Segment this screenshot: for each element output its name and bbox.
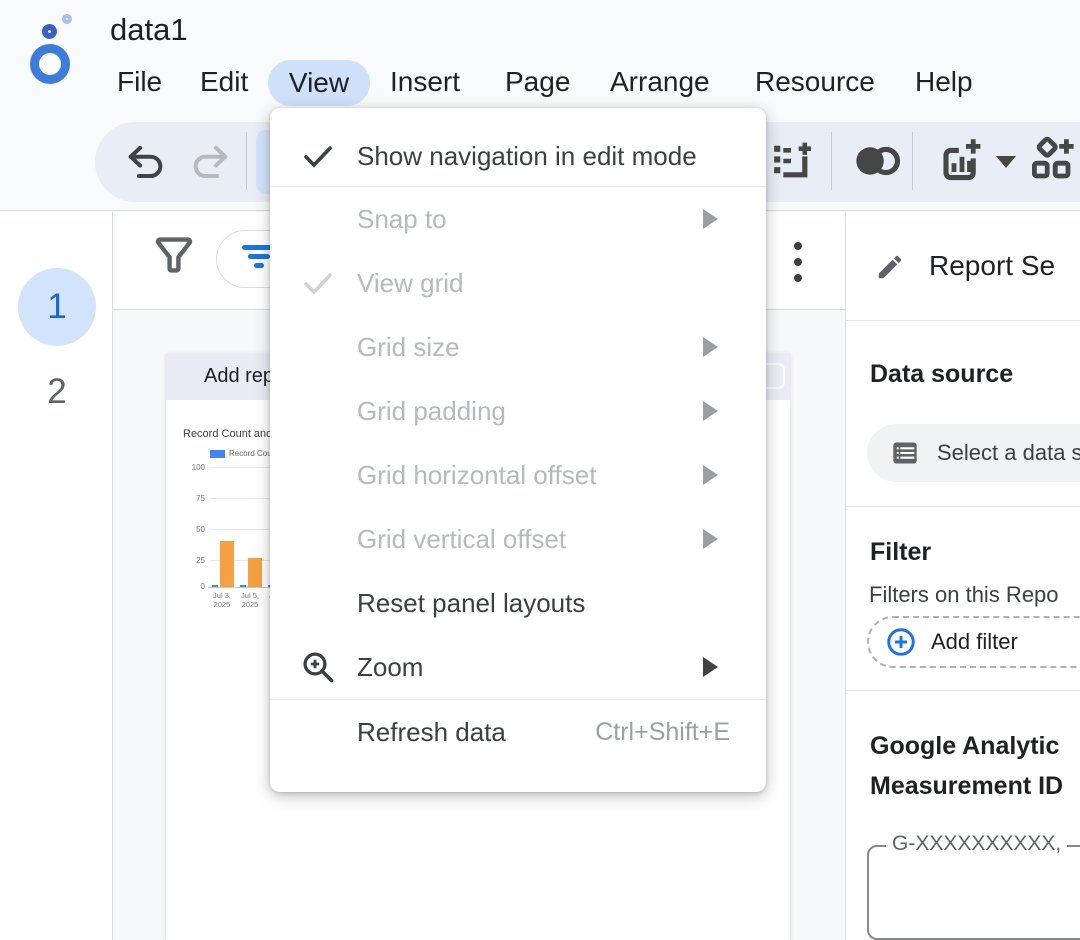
add-filter-button[interactable]: Add filter bbox=[867, 616, 1080, 668]
select-data-source-button[interactable]: Select a data s bbox=[867, 424, 1080, 482]
menu-resource[interactable]: Resource bbox=[755, 66, 875, 98]
menu-item-grid-padding: Grid padding bbox=[270, 379, 766, 443]
toolbar-divider bbox=[246, 132, 247, 190]
bar-record-count bbox=[240, 585, 246, 587]
looker-studio-window: data1 File Edit View Insert Page Arrange… bbox=[0, 0, 1080, 940]
ga-field-floating-label: G-XXXXXXXXXX, bbox=[886, 832, 1067, 856]
menu-edit[interactable]: Edit bbox=[200, 66, 248, 98]
y-tick: 50 bbox=[166, 525, 205, 534]
data-source-heading: Data source bbox=[870, 360, 1013, 389]
logo-ring-medium bbox=[41, 23, 58, 40]
page-2[interactable]: 2 bbox=[18, 372, 96, 412]
menu-item-show-navigation[interactable]: Show navigation in edit mode bbox=[270, 126, 766, 186]
more-options-icon[interactable] bbox=[788, 242, 808, 290]
menu-item-refresh-data[interactable]: Refresh data Ctrl+Shift+E bbox=[270, 700, 766, 764]
add-filter-label: Add filter bbox=[931, 629, 1018, 655]
select-data-source-label: Select a data s bbox=[937, 440, 1080, 466]
menu-item-label: Grid padding bbox=[357, 396, 506, 427]
filter-funnel-icon[interactable] bbox=[150, 232, 198, 280]
bar-group bbox=[212, 541, 234, 587]
menu-item-shortcut: Ctrl+Shift+E bbox=[595, 718, 730, 747]
add-control-icon[interactable] bbox=[1028, 136, 1076, 184]
properties-panel: Report Se Data source Select a data s Fi… bbox=[845, 212, 1080, 940]
menu-item-label: Grid vertical offset bbox=[357, 524, 566, 555]
menu-item-label: Grid horizontal offset bbox=[357, 460, 596, 491]
menu-item-label: Reset panel layouts bbox=[357, 588, 585, 619]
menu-item-label: Show navigation in edit mode bbox=[357, 141, 697, 172]
filters-caption: Filters on this Repo bbox=[869, 582, 1059, 608]
panel-title: Report Se bbox=[929, 250, 1055, 282]
data-source-list-icon bbox=[891, 439, 919, 467]
panel-divider bbox=[846, 690, 1080, 691]
menu-file[interactable]: File bbox=[117, 66, 162, 98]
menu-item-label: Zoom bbox=[357, 652, 423, 683]
menu-insert[interactable]: Insert bbox=[390, 66, 460, 98]
menu-item-snap-to: Snap to bbox=[270, 187, 766, 251]
toolbar-divider bbox=[912, 132, 913, 190]
zoom-in-icon bbox=[300, 649, 336, 685]
menu-help[interactable]: Help bbox=[915, 66, 973, 98]
check-icon bbox=[300, 138, 336, 174]
y-tick: 75 bbox=[166, 494, 205, 503]
document-title[interactable]: data1 bbox=[110, 12, 188, 48]
ga-heading-line2: Measurement ID bbox=[870, 772, 1063, 801]
panel-divider bbox=[846, 506, 1080, 507]
bar-orange bbox=[248, 558, 262, 587]
ga-measurement-id-input[interactable] bbox=[867, 845, 1080, 940]
menu-view-active[interactable]: View bbox=[268, 60, 370, 106]
y-tick: 100 bbox=[166, 463, 205, 472]
bar-record-count bbox=[212, 585, 218, 587]
menu-page[interactable]: Page bbox=[505, 66, 570, 98]
menu-item-label: Snap to bbox=[357, 204, 447, 235]
page-navigation: 1 2 bbox=[0, 212, 113, 940]
menu-item-reset-panel-layouts[interactable]: Reset panel layouts bbox=[270, 571, 766, 635]
add-chart-icon[interactable] bbox=[938, 136, 986, 184]
menubar: File Edit View Insert Page Arrange Resou… bbox=[0, 60, 1080, 108]
undo-icon[interactable] bbox=[126, 142, 166, 182]
submenu-arrow-icon bbox=[703, 209, 718, 229]
y-tick: 0 bbox=[166, 582, 205, 591]
submenu-arrow-icon bbox=[703, 465, 718, 485]
filter-heading: Filter bbox=[870, 538, 931, 567]
panel-divider bbox=[846, 320, 1080, 321]
menu-item-grid-horizontal-offset: Grid horizontal offset bbox=[270, 443, 766, 507]
bar-orange bbox=[220, 541, 234, 587]
ga-heading-line1: Google Analytic bbox=[870, 732, 1059, 761]
blend-data-icon[interactable] bbox=[852, 142, 904, 180]
add-chart-caret-icon[interactable] bbox=[996, 156, 1016, 168]
page-1-selected[interactable]: 1 bbox=[18, 268, 96, 346]
menu-item-grid-vertical-offset: Grid vertical offset bbox=[270, 507, 766, 571]
bar-group bbox=[240, 558, 262, 587]
view-dropdown-menu: Show navigation in edit mode Snap to Vie… bbox=[270, 108, 766, 792]
submenu-arrow-icon bbox=[703, 337, 718, 357]
toolbar-divider bbox=[831, 132, 832, 190]
add-circle-icon bbox=[885, 626, 917, 658]
menu-arrange[interactable]: Arrange bbox=[610, 66, 710, 98]
menu-item-label: Grid size bbox=[357, 332, 460, 363]
menu-item-view-grid: View grid bbox=[270, 251, 766, 315]
submenu-arrow-icon bbox=[703, 401, 718, 421]
menu-item-label: Refresh data bbox=[357, 717, 506, 748]
redo-icon[interactable] bbox=[190, 142, 230, 182]
submenu-arrow-icon bbox=[703, 657, 718, 677]
add-data-icon[interactable] bbox=[768, 138, 814, 184]
menu-item-grid-size: Grid size bbox=[270, 315, 766, 379]
y-tick: 25 bbox=[166, 556, 205, 565]
logo-ring-small bbox=[62, 14, 72, 24]
submenu-arrow-icon bbox=[703, 529, 718, 549]
menu-item-zoom[interactable]: Zoom bbox=[270, 635, 766, 699]
check-icon bbox=[300, 265, 336, 301]
menu-item-label: View grid bbox=[357, 268, 463, 299]
pencil-icon bbox=[875, 252, 905, 282]
panel-header: Report Se bbox=[846, 212, 1080, 320]
